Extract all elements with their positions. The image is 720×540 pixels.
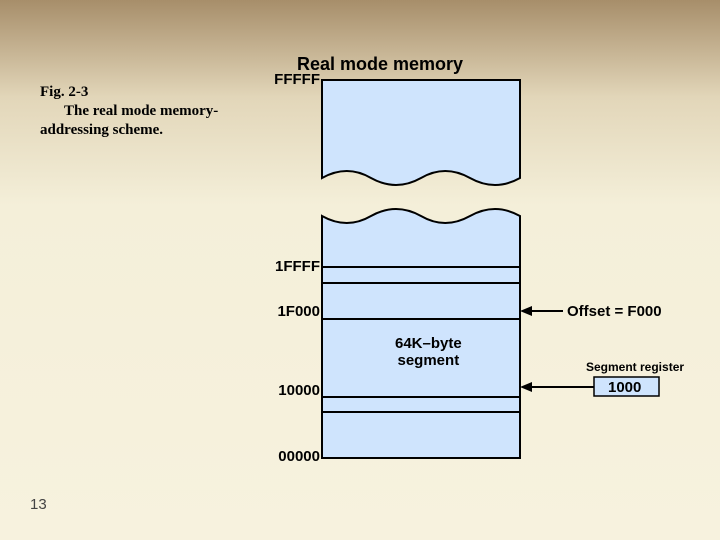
addr-bottom: 00000: [262, 448, 320, 465]
segment-block-line2: segment: [398, 352, 460, 369]
figure-caption-line3: addressing scheme.: [40, 122, 163, 139]
slide-number: 13: [30, 496, 47, 513]
diagram-svg: [0, 0, 720, 540]
segment-block-line1: 64K–byte: [395, 335, 462, 352]
addr-top: FFFFF: [262, 71, 320, 88]
offset-label: Offset = F000: [567, 303, 662, 320]
addr-seg-hi: 1FFFF: [262, 258, 320, 275]
segment-register-value: 1000: [608, 379, 641, 396]
addr-offset: 1F000: [262, 303, 320, 320]
figure-caption-line1: Fig. 2-3: [40, 84, 88, 101]
figure-caption-line2: The real mode memory-: [64, 103, 218, 120]
segment-register-caption: Segment register: [586, 360, 684, 374]
addr-seg-lo: 10000: [262, 382, 320, 399]
page-title: Real mode memory: [297, 54, 463, 75]
segment-block-label: 64K–byte segment: [395, 335, 462, 370]
